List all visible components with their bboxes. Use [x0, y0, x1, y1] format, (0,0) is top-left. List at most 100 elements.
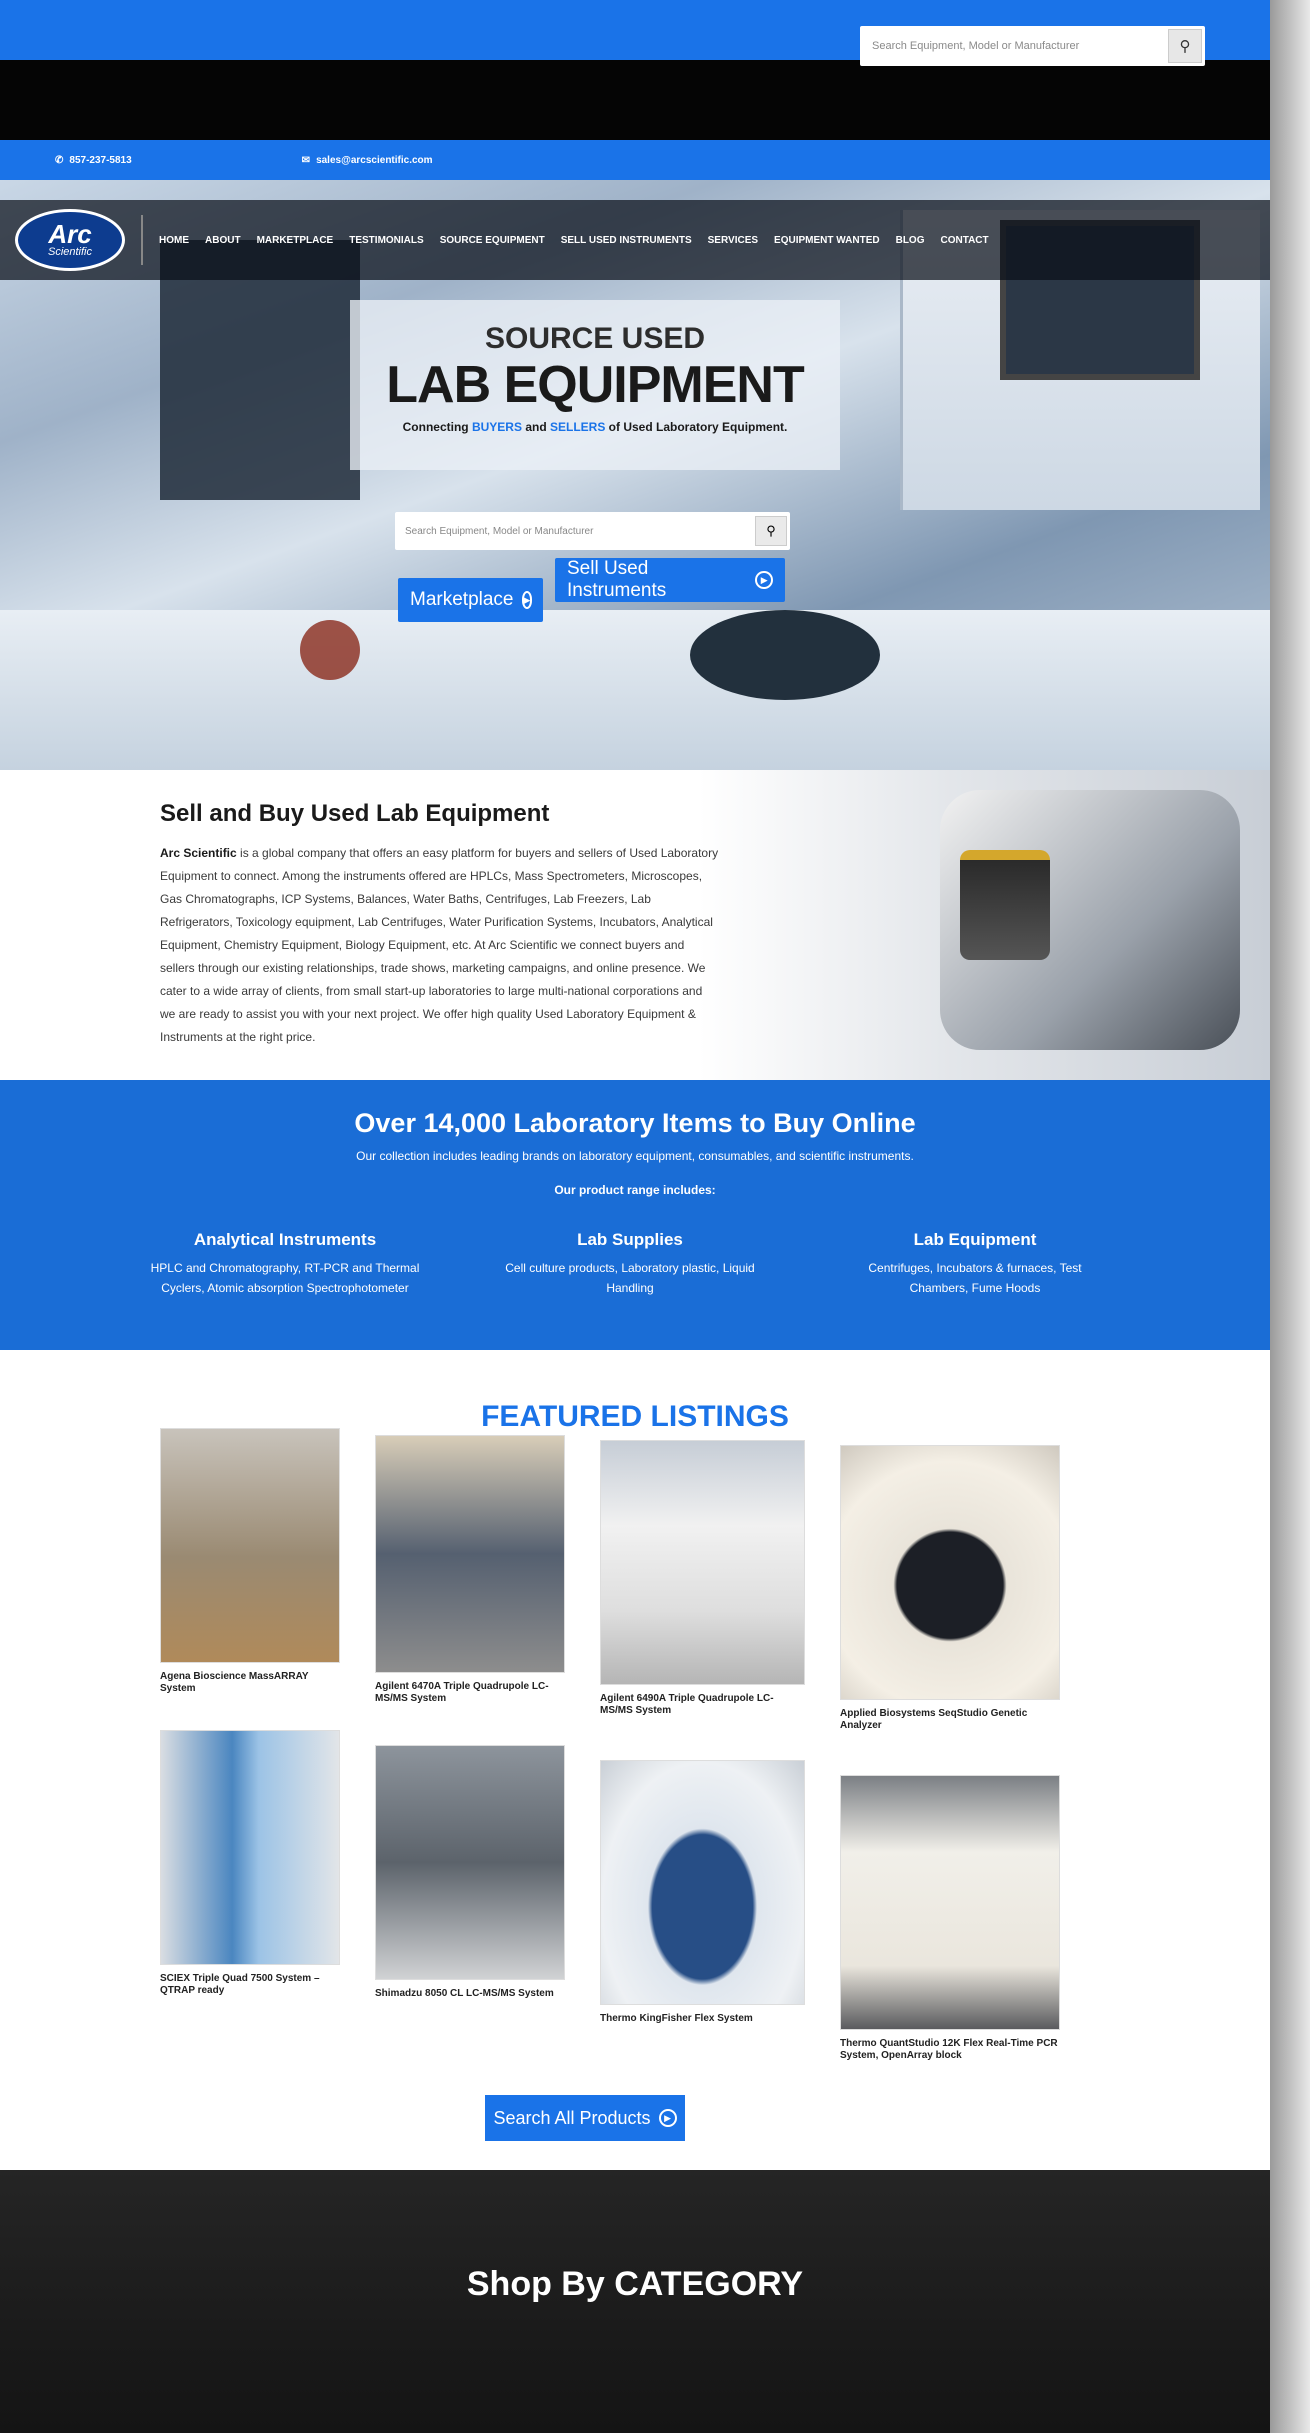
hero-subtitle-pre: Connecting — [402, 420, 472, 434]
play-circle-icon: ▶ — [755, 571, 773, 589]
range-column-desc: Cell culture products, Laboratory plasti… — [505, 1261, 755, 1295]
email-icon: ✉ — [301, 154, 311, 166]
search-icon: ⚲ — [1179, 38, 1191, 55]
category-title: Shop By CATEGORY — [466, 2265, 804, 2303]
lab-bench-image — [0, 610, 1270, 770]
sell-button-label: Sell Used Instruments — [567, 558, 667, 601]
listing-card[interactable]: Agilent 6470A Triple Quadrupole LC-MS/MS… — [375, 1435, 565, 1705]
header-search-box[interactable]: Search Equipment, Model or Manufacturer … — [860, 26, 1205, 66]
hero-title-line1: SOURCE USED — [484, 322, 706, 355]
hero-search-input[interactable]: Search Equipment, Model or Manufacturer — [395, 526, 755, 537]
nav-services[interactable]: SERVICES — [708, 235, 758, 246]
listing-title[interactable]: Thermo QuantStudio 12K Flex Real-Time PC… — [840, 2038, 1060, 2062]
listing-image[interactable] — [375, 1435, 565, 1673]
search-all-products-button[interactable]: Search All Products ▶ — [485, 2095, 685, 2141]
header-search-input[interactable]: Search Equipment, Model or Manufacturer — [860, 40, 1168, 52]
listing-image[interactable] — [600, 1760, 805, 2005]
nav-marketplace[interactable]: MARKETPLACE — [257, 235, 334, 246]
range-column: Analytical Instruments HPLC and Chromato… — [150, 1230, 420, 1298]
contact-bar: ✆ 857-237-5813 ✉ sales@arcscientific.com — [0, 140, 1270, 180]
about-text: is a global company that offers an easy … — [160, 846, 719, 1044]
listing-card[interactable]: Agilent 6490A Triple Quadrupole LC-MS/MS… — [600, 1440, 805, 1717]
listing-card[interactable]: Thermo QuantStudio 12K Flex Real-Time PC… — [840, 1775, 1060, 2062]
listing-title[interactable]: Shimadzu 8050 CL LC-MS/MS System — [375, 1988, 565, 2000]
header-search-button[interactable]: ⚲ — [1168, 29, 1202, 63]
phone-contact[interactable]: ✆ 857-237-5813 — [55, 155, 132, 166]
listing-card[interactable]: Agena Bioscience MassARRAY System — [160, 1428, 340, 1695]
about-section: Sell and Buy Used Lab Equipment Arc Scie… — [0, 770, 1270, 1080]
listing-card[interactable]: Thermo KingFisher Flex System — [600, 1760, 805, 2025]
hero-subtitle-sellers: SELLERS — [550, 420, 606, 434]
product-range-section: Over 14,000 Laboratory Items to Buy Onli… — [0, 1080, 1270, 1350]
play-circle-icon: ▶ — [521, 591, 533, 609]
hero-title-line2: LAB EQUIPMENT — [386, 356, 804, 414]
page-edge-shadow — [1270, 0, 1310, 2433]
range-column: Lab Supplies Cell culture products, Labo… — [495, 1230, 765, 1298]
nav-about[interactable]: ABOUT — [205, 235, 241, 246]
listing-title[interactable]: Agena Bioscience MassARRAY System — [160, 1671, 340, 1695]
main-navbar: Arc Scientific HOME ABOUT MARKETPLACE TE… — [0, 200, 1270, 280]
listing-image[interactable] — [840, 1445, 1060, 1700]
listing-title[interactable]: Applied Biosystems SeqStudio Genetic Ana… — [840, 1708, 1060, 1732]
marketplace-button-label: Marketplace — [410, 589, 514, 610]
email-contact[interactable]: ✉ sales@arcscientific.com — [302, 155, 433, 166]
listing-title[interactable]: SCIEX Triple Quad 7500 System – QTRAP re… — [160, 1973, 340, 1997]
listing-card[interactable]: Applied Biosystems SeqStudio Genetic Ana… — [840, 1445, 1060, 1732]
lab-stool-image — [690, 610, 880, 700]
hero-subtitle: Connecting BUYERS and SELLERS of Used La… — [350, 420, 840, 434]
range-column-title: Lab Supplies — [577, 1230, 683, 1249]
range-title: Over 14,000 Laboratory Items to Buy Onli… — [354, 1108, 916, 1138]
about-body: Arc Scientific is a global company that … — [160, 842, 720, 1049]
range-column-desc: Centrifuges, Incubators & furnaces, Test… — [868, 1261, 1082, 1295]
nav-divider — [141, 215, 143, 265]
nav-equipment-wanted[interactable]: EQUIPMENT WANTED — [774, 235, 880, 246]
listing-image[interactable] — [160, 1730, 340, 1965]
nav-home[interactable]: HOME — [159, 235, 189, 246]
logo-text-arc: Arc — [48, 219, 92, 249]
listing-title[interactable]: Agilent 6470A Triple Quadrupole LC-MS/MS… — [375, 1681, 565, 1705]
arc-scientific-logo[interactable]: Arc Scientific — [15, 209, 125, 271]
nav-blog[interactable]: BLOG — [896, 235, 925, 246]
range-column-desc: HPLC and Chromatography, RT-PCR and Ther… — [150, 1261, 420, 1295]
range-column: Lab Equipment Centrifuges, Incubators & … — [840, 1230, 1110, 1298]
listing-title[interactable]: Agilent 6490A Triple Quadrupole LC-MS/MS… — [600, 1693, 805, 1717]
phone-icon: ✆ — [55, 154, 64, 166]
range-subtitle: Our collection includes leading brands o… — [356, 1149, 914, 1163]
listing-title[interactable]: Thermo KingFisher Flex System — [600, 2013, 805, 2025]
range-column-title: Lab Equipment — [913, 1230, 1037, 1249]
shop-by-category-section: Shop By CATEGORY — [0, 2170, 1270, 2433]
phone-number[interactable]: 857-237-5813 — [69, 155, 131, 166]
listing-image[interactable] — [600, 1440, 805, 1685]
listing-image[interactable] — [375, 1745, 565, 1980]
nav-sell-used-instruments[interactable]: SELL USED INSTRUMENTS — [561, 235, 692, 246]
hero-subtitle-post: of Used Laboratory Equipment. — [605, 420, 788, 434]
nav-menu: HOME ABOUT MARKETPLACE TESTIMONIALS SOUR… — [159, 235, 989, 246]
microscope-lens — [960, 850, 1050, 960]
nav-testimonials[interactable]: TESTIMONIALS — [349, 235, 423, 246]
hero-headline-box: SOURCE USED LAB EQUIPMENT Connecting BUY… — [350, 300, 840, 470]
marketplace-button[interactable]: Marketplace ▶ — [398, 578, 543, 622]
listing-card[interactable]: Shimadzu 8050 CL LC-MS/MS System — [375, 1745, 565, 2000]
hero-search-box[interactable]: Search Equipment, Model or Manufacturer … — [395, 512, 790, 550]
about-company: Arc Scientific — [160, 846, 237, 860]
flask-image — [300, 620, 360, 680]
email-address[interactable]: sales@arcscientific.com — [316, 155, 432, 166]
play-circle-icon: ▶ — [658, 2109, 677, 2127]
range-lead: Our product range includes: — [554, 1183, 716, 1197]
listing-image[interactable] — [160, 1428, 340, 1663]
about-title: Sell and Buy Used Lab Equipment — [160, 800, 550, 827]
hero-subtitle-mid: and — [521, 420, 550, 434]
featured-section: FEATURED LISTINGS Agena Bioscience MassA… — [0, 1350, 1270, 2170]
range-columns: Analytical Instruments HPLC and Chromato… — [150, 1230, 1110, 1298]
nav-contact[interactable]: CONTACT — [940, 235, 988, 246]
page: Search Equipment, Model or Manufacturer … — [0, 0, 1270, 2433]
hero-search-button[interactable]: ⚲ — [755, 516, 787, 546]
microscope-image — [940, 790, 1240, 1050]
nav-source-equipment[interactable]: SOURCE EQUIPMENT — [440, 235, 545, 246]
sell-used-instruments-button[interactable]: Sell Used Instruments ▶ — [555, 558, 785, 602]
hero-subtitle-buyers: BUYERS — [471, 420, 522, 434]
logo-text-scientific: Scientific — [47, 246, 93, 258]
listing-image[interactable] — [840, 1775, 1060, 2030]
search-all-label: Search All Products — [493, 2107, 651, 2128]
listing-card[interactable]: SCIEX Triple Quad 7500 System – QTRAP re… — [160, 1730, 340, 1997]
